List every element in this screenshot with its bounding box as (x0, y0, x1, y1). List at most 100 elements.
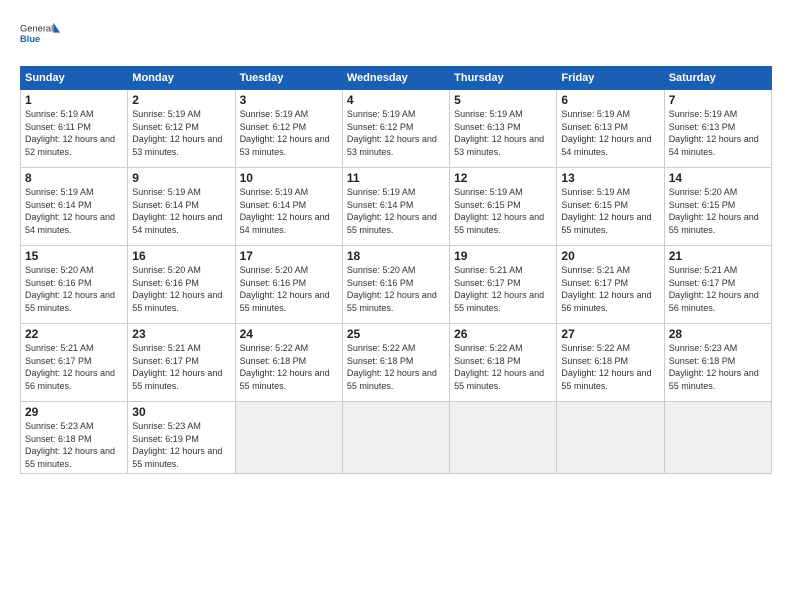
day-number: 19 (454, 249, 552, 263)
day-cell-10: 10 Sunrise: 5:19 AM Sunset: 6:14 PM Dayl… (235, 168, 342, 246)
day-number: 9 (132, 171, 230, 185)
day-cell-27: 27 Sunrise: 5:22 AM Sunset: 6:18 PM Dayl… (557, 324, 664, 402)
day-cell-2: 2 Sunrise: 5:19 AM Sunset: 6:12 PM Dayli… (128, 90, 235, 168)
day-cell-26: 26 Sunrise: 5:22 AM Sunset: 6:18 PM Dayl… (450, 324, 557, 402)
col-header-wednesday: Wednesday (342, 67, 449, 90)
day-info: Sunrise: 5:19 AM Sunset: 6:12 PM Dayligh… (347, 108, 445, 158)
col-header-thursday: Thursday (450, 67, 557, 90)
day-info: Sunrise: 5:20 AM Sunset: 6:16 PM Dayligh… (240, 264, 338, 314)
day-number: 5 (454, 93, 552, 107)
day-cell-6: 6 Sunrise: 5:19 AM Sunset: 6:13 PM Dayli… (557, 90, 664, 168)
day-info: Sunrise: 5:19 AM Sunset: 6:12 PM Dayligh… (240, 108, 338, 158)
empty-cell (235, 402, 342, 474)
day-cell-25: 25 Sunrise: 5:22 AM Sunset: 6:18 PM Dayl… (342, 324, 449, 402)
col-header-sunday: Sunday (21, 67, 128, 90)
day-cell-18: 18 Sunrise: 5:20 AM Sunset: 6:16 PM Dayl… (342, 246, 449, 324)
day-info: Sunrise: 5:22 AM Sunset: 6:18 PM Dayligh… (240, 342, 338, 392)
day-cell-4: 4 Sunrise: 5:19 AM Sunset: 6:12 PM Dayli… (342, 90, 449, 168)
day-cell-17: 17 Sunrise: 5:20 AM Sunset: 6:16 PM Dayl… (235, 246, 342, 324)
day-cell-28: 28 Sunrise: 5:23 AM Sunset: 6:18 PM Dayl… (664, 324, 771, 402)
day-cell-21: 21 Sunrise: 5:21 AM Sunset: 6:17 PM Dayl… (664, 246, 771, 324)
svg-text:Blue: Blue (20, 34, 40, 44)
day-cell-11: 11 Sunrise: 5:19 AM Sunset: 6:14 PM Dayl… (342, 168, 449, 246)
day-number: 22 (25, 327, 123, 341)
day-cell-8: 8 Sunrise: 5:19 AM Sunset: 6:14 PM Dayli… (21, 168, 128, 246)
day-info: Sunrise: 5:21 AM Sunset: 6:17 PM Dayligh… (132, 342, 230, 392)
day-info: Sunrise: 5:19 AM Sunset: 6:13 PM Dayligh… (561, 108, 659, 158)
day-info: Sunrise: 5:19 AM Sunset: 6:13 PM Dayligh… (669, 108, 767, 158)
day-cell-15: 15 Sunrise: 5:20 AM Sunset: 6:16 PM Dayl… (21, 246, 128, 324)
day-number: 3 (240, 93, 338, 107)
day-number: 21 (669, 249, 767, 263)
day-number: 6 (561, 93, 659, 107)
day-number: 2 (132, 93, 230, 107)
day-number: 15 (25, 249, 123, 263)
day-cell-24: 24 Sunrise: 5:22 AM Sunset: 6:18 PM Dayl… (235, 324, 342, 402)
day-number: 10 (240, 171, 338, 185)
day-info: Sunrise: 5:19 AM Sunset: 6:14 PM Dayligh… (347, 186, 445, 236)
day-number: 14 (669, 171, 767, 185)
calendar-week-1: 1 Sunrise: 5:19 AM Sunset: 6:11 PM Dayli… (21, 90, 772, 168)
day-info: Sunrise: 5:20 AM Sunset: 6:16 PM Dayligh… (132, 264, 230, 314)
day-number: 28 (669, 327, 767, 341)
header: General Blue (20, 16, 772, 56)
day-info: Sunrise: 5:22 AM Sunset: 6:18 PM Dayligh… (561, 342, 659, 392)
day-cell-20: 20 Sunrise: 5:21 AM Sunset: 6:17 PM Dayl… (557, 246, 664, 324)
day-cell-9: 9 Sunrise: 5:19 AM Sunset: 6:14 PM Dayli… (128, 168, 235, 246)
day-number: 13 (561, 171, 659, 185)
day-cell-22: 22 Sunrise: 5:21 AM Sunset: 6:17 PM Dayl… (21, 324, 128, 402)
calendar-table: SundayMondayTuesdayWednesdayThursdayFrid… (20, 66, 772, 474)
day-info: Sunrise: 5:23 AM Sunset: 6:19 PM Dayligh… (132, 420, 230, 470)
day-info: Sunrise: 5:21 AM Sunset: 6:17 PM Dayligh… (25, 342, 123, 392)
empty-cell (557, 402, 664, 474)
day-info: Sunrise: 5:19 AM Sunset: 6:13 PM Dayligh… (454, 108, 552, 158)
day-info: Sunrise: 5:21 AM Sunset: 6:17 PM Dayligh… (669, 264, 767, 314)
col-header-friday: Friday (557, 67, 664, 90)
day-info: Sunrise: 5:20 AM Sunset: 6:16 PM Dayligh… (25, 264, 123, 314)
day-number: 20 (561, 249, 659, 263)
day-info: Sunrise: 5:19 AM Sunset: 6:11 PM Dayligh… (25, 108, 123, 158)
day-number: 8 (25, 171, 123, 185)
day-info: Sunrise: 5:19 AM Sunset: 6:15 PM Dayligh… (454, 186, 552, 236)
day-cell-16: 16 Sunrise: 5:20 AM Sunset: 6:16 PM Dayl… (128, 246, 235, 324)
calendar-header-row: SundayMondayTuesdayWednesdayThursdayFrid… (21, 67, 772, 90)
day-number: 11 (347, 171, 445, 185)
day-number: 18 (347, 249, 445, 263)
empty-cell (664, 402, 771, 474)
day-number: 12 (454, 171, 552, 185)
day-number: 30 (132, 405, 230, 419)
day-number: 4 (347, 93, 445, 107)
day-cell-13: 13 Sunrise: 5:19 AM Sunset: 6:15 PM Dayl… (557, 168, 664, 246)
day-info: Sunrise: 5:19 AM Sunset: 6:12 PM Dayligh… (132, 108, 230, 158)
day-number: 25 (347, 327, 445, 341)
day-number: 7 (669, 93, 767, 107)
calendar-week-3: 15 Sunrise: 5:20 AM Sunset: 6:16 PM Dayl… (21, 246, 772, 324)
day-cell-29: 29 Sunrise: 5:23 AM Sunset: 6:18 PM Dayl… (21, 402, 128, 474)
day-cell-5: 5 Sunrise: 5:19 AM Sunset: 6:13 PM Dayli… (450, 90, 557, 168)
day-info: Sunrise: 5:21 AM Sunset: 6:17 PM Dayligh… (454, 264, 552, 314)
calendar-week-5: 29 Sunrise: 5:23 AM Sunset: 6:18 PM Dayl… (21, 402, 772, 474)
day-cell-1: 1 Sunrise: 5:19 AM Sunset: 6:11 PM Dayli… (21, 90, 128, 168)
day-number: 29 (25, 405, 123, 419)
day-cell-30: 30 Sunrise: 5:23 AM Sunset: 6:19 PM Dayl… (128, 402, 235, 474)
logo-icon: General Blue (20, 16, 60, 56)
day-cell-7: 7 Sunrise: 5:19 AM Sunset: 6:13 PM Dayli… (664, 90, 771, 168)
day-info: Sunrise: 5:19 AM Sunset: 6:14 PM Dayligh… (240, 186, 338, 236)
day-info: Sunrise: 5:19 AM Sunset: 6:14 PM Dayligh… (25, 186, 123, 236)
day-info: Sunrise: 5:22 AM Sunset: 6:18 PM Dayligh… (454, 342, 552, 392)
day-cell-19: 19 Sunrise: 5:21 AM Sunset: 6:17 PM Dayl… (450, 246, 557, 324)
day-number: 1 (25, 93, 123, 107)
day-number: 24 (240, 327, 338, 341)
day-info: Sunrise: 5:20 AM Sunset: 6:16 PM Dayligh… (347, 264, 445, 314)
col-header-tuesday: Tuesday (235, 67, 342, 90)
day-info: Sunrise: 5:21 AM Sunset: 6:17 PM Dayligh… (561, 264, 659, 314)
day-number: 27 (561, 327, 659, 341)
day-info: Sunrise: 5:20 AM Sunset: 6:15 PM Dayligh… (669, 186, 767, 236)
day-info: Sunrise: 5:22 AM Sunset: 6:18 PM Dayligh… (347, 342, 445, 392)
day-number: 17 (240, 249, 338, 263)
svg-text:General: General (20, 23, 53, 33)
day-info: Sunrise: 5:19 AM Sunset: 6:15 PM Dayligh… (561, 186, 659, 236)
logo: General Blue (20, 16, 60, 56)
day-number: 16 (132, 249, 230, 263)
day-info: Sunrise: 5:19 AM Sunset: 6:14 PM Dayligh… (132, 186, 230, 236)
